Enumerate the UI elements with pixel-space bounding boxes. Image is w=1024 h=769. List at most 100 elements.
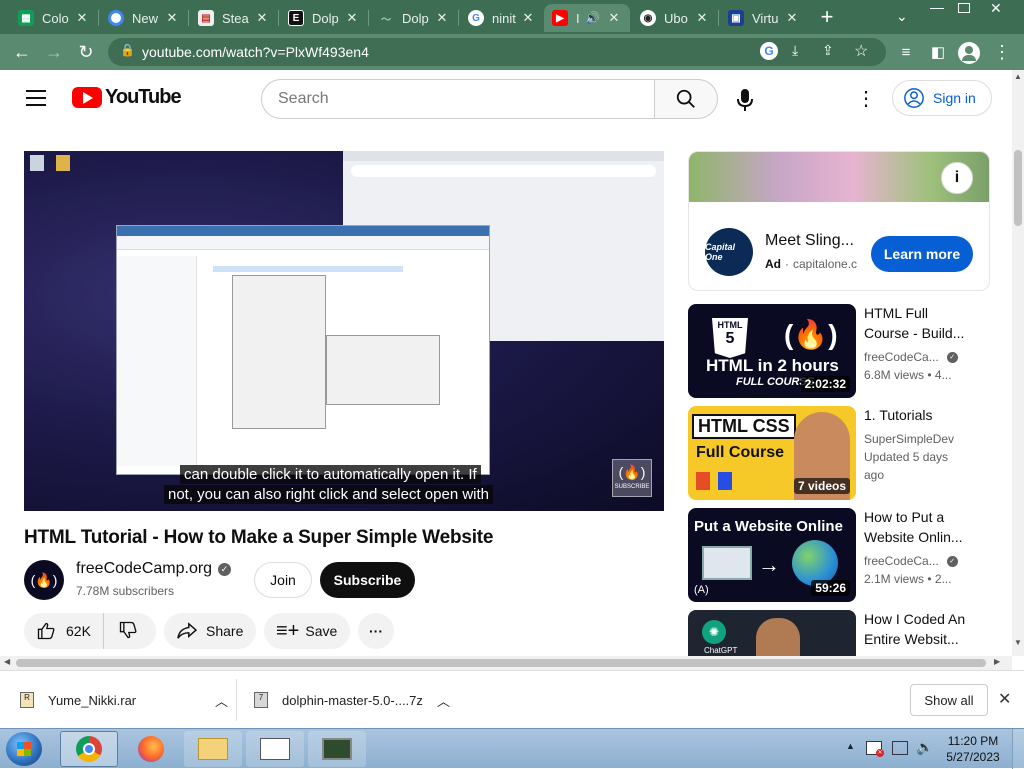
reco-channel[interactable]: SuperSimpleDev xyxy=(864,430,994,448)
channel-avatar[interactable]: (🔥) xyxy=(24,560,64,600)
profile-avatar-icon[interactable] xyxy=(958,42,980,64)
ad-card[interactable]: i Capital One Meet Sling... Ad · capital… xyxy=(688,151,990,291)
voice-search-icon[interactable] xyxy=(736,88,754,117)
close-downloads-icon[interactable]: ✕ xyxy=(998,689,1011,709)
dislike-button[interactable] xyxy=(104,620,138,643)
reco-thumbnail-1[interactable]: HTML 5 (🔥) HTML in 2 hours FULL COURSE 2:… xyxy=(688,304,856,398)
reco-thumbnail-3[interactable]: Put a Website Online → (A) 59:26 xyxy=(688,508,856,602)
new-tab-plus-icon[interactable]: + xyxy=(816,6,838,28)
show-desktop-button[interactable] xyxy=(1012,729,1024,769)
chrome-menu-icon[interactable]: ⋮ xyxy=(990,40,1014,64)
tab-search-chevron-icon[interactable]: ⌄ xyxy=(896,8,908,25)
search-input[interactable]: Search xyxy=(261,79,655,119)
tab-ninit[interactable]: G ninit ✕ xyxy=(460,4,544,32)
share-page-icon[interactable]: ⇪ xyxy=(822,42,834,59)
subscribe-button[interactable]: Subscribe xyxy=(320,562,415,598)
action-center-flag-icon[interactable]: ✕ xyxy=(866,741,884,757)
taskbar-monitor-app[interactable] xyxy=(308,731,366,767)
like-button[interactable]: 62K xyxy=(24,613,104,649)
lock-icon: 🔒 xyxy=(120,43,135,57)
network-icon[interactable] xyxy=(892,741,908,755)
youtube-logo[interactable]: YouTube xyxy=(72,86,182,109)
close-icon[interactable]: ✕ xyxy=(434,10,450,26)
tab-dolp-2[interactable]: 〜 Dolp ✕ xyxy=(370,4,458,32)
sign-in-button[interactable]: Sign in xyxy=(892,80,992,116)
bookmark-star-icon[interactable]: ☆ xyxy=(854,41,868,61)
close-window-icon[interactable]: ✕ xyxy=(990,0,1002,17)
reco-title-3[interactable]: How to Put a Website Onlin... xyxy=(864,507,994,547)
reco-age: • 4... xyxy=(927,368,952,382)
taskbar-window[interactable] xyxy=(246,731,304,767)
video-player[interactable]: can double click it to automatically ope… xyxy=(24,151,664,511)
taskbar-firefox[interactable] xyxy=(122,731,180,767)
hamburger-menu-icon[interactable] xyxy=(26,90,46,106)
close-icon[interactable]: ✕ xyxy=(520,10,536,26)
side-panel-icon[interactable]: ◧ xyxy=(926,40,950,64)
channel-name[interactable]: freeCodeCamp.org xyxy=(76,560,212,578)
restore-icon[interactable] xyxy=(958,3,970,13)
vertical-scrollbar[interactable]: ▲ ▼ xyxy=(1012,70,1024,656)
more-actions-button[interactable]: ··· xyxy=(358,613,394,649)
close-icon[interactable]: ✕ xyxy=(784,10,800,26)
tab-colo[interactable]: ▦ Colo ✕ xyxy=(10,4,98,32)
address-bar[interactable]: 🔒 youtube.com/watch?v=PlxWf493en4 G ⤓ ⇪ … xyxy=(108,38,886,66)
taskbar-explorer[interactable] xyxy=(184,731,242,767)
reco-thumbnail-4[interactable]: ✺ ChatGPT xyxy=(688,610,856,656)
tab-label: New xyxy=(132,10,159,26)
reco-title-1[interactable]: HTML Full Course - Build... xyxy=(864,303,994,343)
reco-title-2[interactable]: 1. Tutorials xyxy=(864,405,994,425)
scroll-down-arrow-icon[interactable]: ▼ xyxy=(1014,638,1022,647)
tab-stea[interactable]: ▤ Stea ✕ xyxy=(190,4,278,32)
close-icon[interactable]: ✕ xyxy=(74,10,90,26)
chevron-up-icon[interactable]: ︿ xyxy=(215,691,228,710)
tab-virtu[interactable]: ▣ Virtu ✕ xyxy=(720,4,808,32)
speaker-icon[interactable]: 🔊 xyxy=(585,11,600,25)
close-icon[interactable]: ✕ xyxy=(254,10,270,26)
horizontal-scroll-thumb[interactable] xyxy=(16,659,986,667)
install-app-icon[interactable]: ⤓ xyxy=(792,42,798,59)
reco-thumbnail-2[interactable]: HTML CSS Full Course 7 videos xyxy=(688,406,856,500)
scroll-left-arrow-icon[interactable]: ◀ xyxy=(4,657,10,666)
show-all-button[interactable]: Show all xyxy=(910,684,988,716)
horizontal-scrollbar[interactable]: ◀ ▶ xyxy=(0,656,1012,670)
vertical-scroll-thumb[interactable] xyxy=(1014,150,1022,226)
close-icon[interactable]: ✕ xyxy=(606,10,622,26)
join-button[interactable]: Join xyxy=(254,562,312,598)
scroll-right-arrow-icon[interactable]: ▶ xyxy=(994,657,1000,666)
media-controls-icon[interactable]: ≡ xyxy=(894,40,918,64)
chevron-up-icon[interactable]: ︿ xyxy=(437,691,450,710)
reload-icon[interactable]: ↻ xyxy=(74,40,98,64)
scroll-up-arrow-icon[interactable]: ▲ xyxy=(1014,72,1022,81)
tab-new[interactable]: New ✕ xyxy=(100,4,188,32)
forward-arrow-icon[interactable]: → xyxy=(42,40,66,64)
minimize-icon[interactable]: — xyxy=(930,0,948,16)
reco-channel[interactable]: freeCodeCa... xyxy=(864,348,939,366)
more-options-icon[interactable]: ⋮ xyxy=(856,86,876,111)
tab-dolp-1[interactable]: E Dolp ✕ xyxy=(280,4,368,32)
show-hidden-icons[interactable]: ▲ xyxy=(846,741,855,751)
reco-title-4[interactable]: How I Coded An Entire Websit... xyxy=(864,609,994,649)
close-icon[interactable]: ✕ xyxy=(694,10,710,26)
tab-ubo[interactable]: ◉ Ubo ✕ xyxy=(632,4,718,32)
save-button[interactable]: ≡+ Save xyxy=(264,613,350,649)
thumb-text: Put a Website Online xyxy=(694,518,843,535)
url-text[interactable]: youtube.com/watch?v=PlxWf493en4 xyxy=(142,44,369,60)
reco-channel[interactable]: freeCodeCa... xyxy=(864,552,939,570)
close-icon[interactable]: ✕ xyxy=(164,10,180,26)
back-arrow-icon[interactable]: ← xyxy=(10,40,34,64)
search-button[interactable] xyxy=(654,79,718,119)
close-icon[interactable]: ✕ xyxy=(344,10,360,26)
tab-youtube-active[interactable]: ▶ I 🔊 ✕ xyxy=(544,4,630,32)
ad-info-icon[interactable]: i xyxy=(941,162,973,194)
channel-watermark[interactable]: (🔥) SUBSCRIBE xyxy=(612,459,652,497)
download-item-1[interactable]: R Yume_Nikki.rar ︿ xyxy=(20,681,232,719)
google-lens-icon[interactable]: G xyxy=(760,42,778,60)
channel-name-row[interactable]: freeCodeCamp.org ✓ xyxy=(76,560,232,578)
learn-more-button[interactable]: Learn more xyxy=(871,236,973,272)
share-button[interactable]: Share xyxy=(164,613,256,649)
system-clock[interactable]: 11:20 PM 5/27/2023 xyxy=(938,733,1008,765)
download-item-2[interactable]: 7 dolphin-master-5.0-....7z ︿ xyxy=(254,681,454,719)
start-button[interactable] xyxy=(6,732,42,766)
volume-icon[interactable]: 🔈 xyxy=(916,739,933,756)
taskbar-chrome[interactable] xyxy=(60,731,118,767)
